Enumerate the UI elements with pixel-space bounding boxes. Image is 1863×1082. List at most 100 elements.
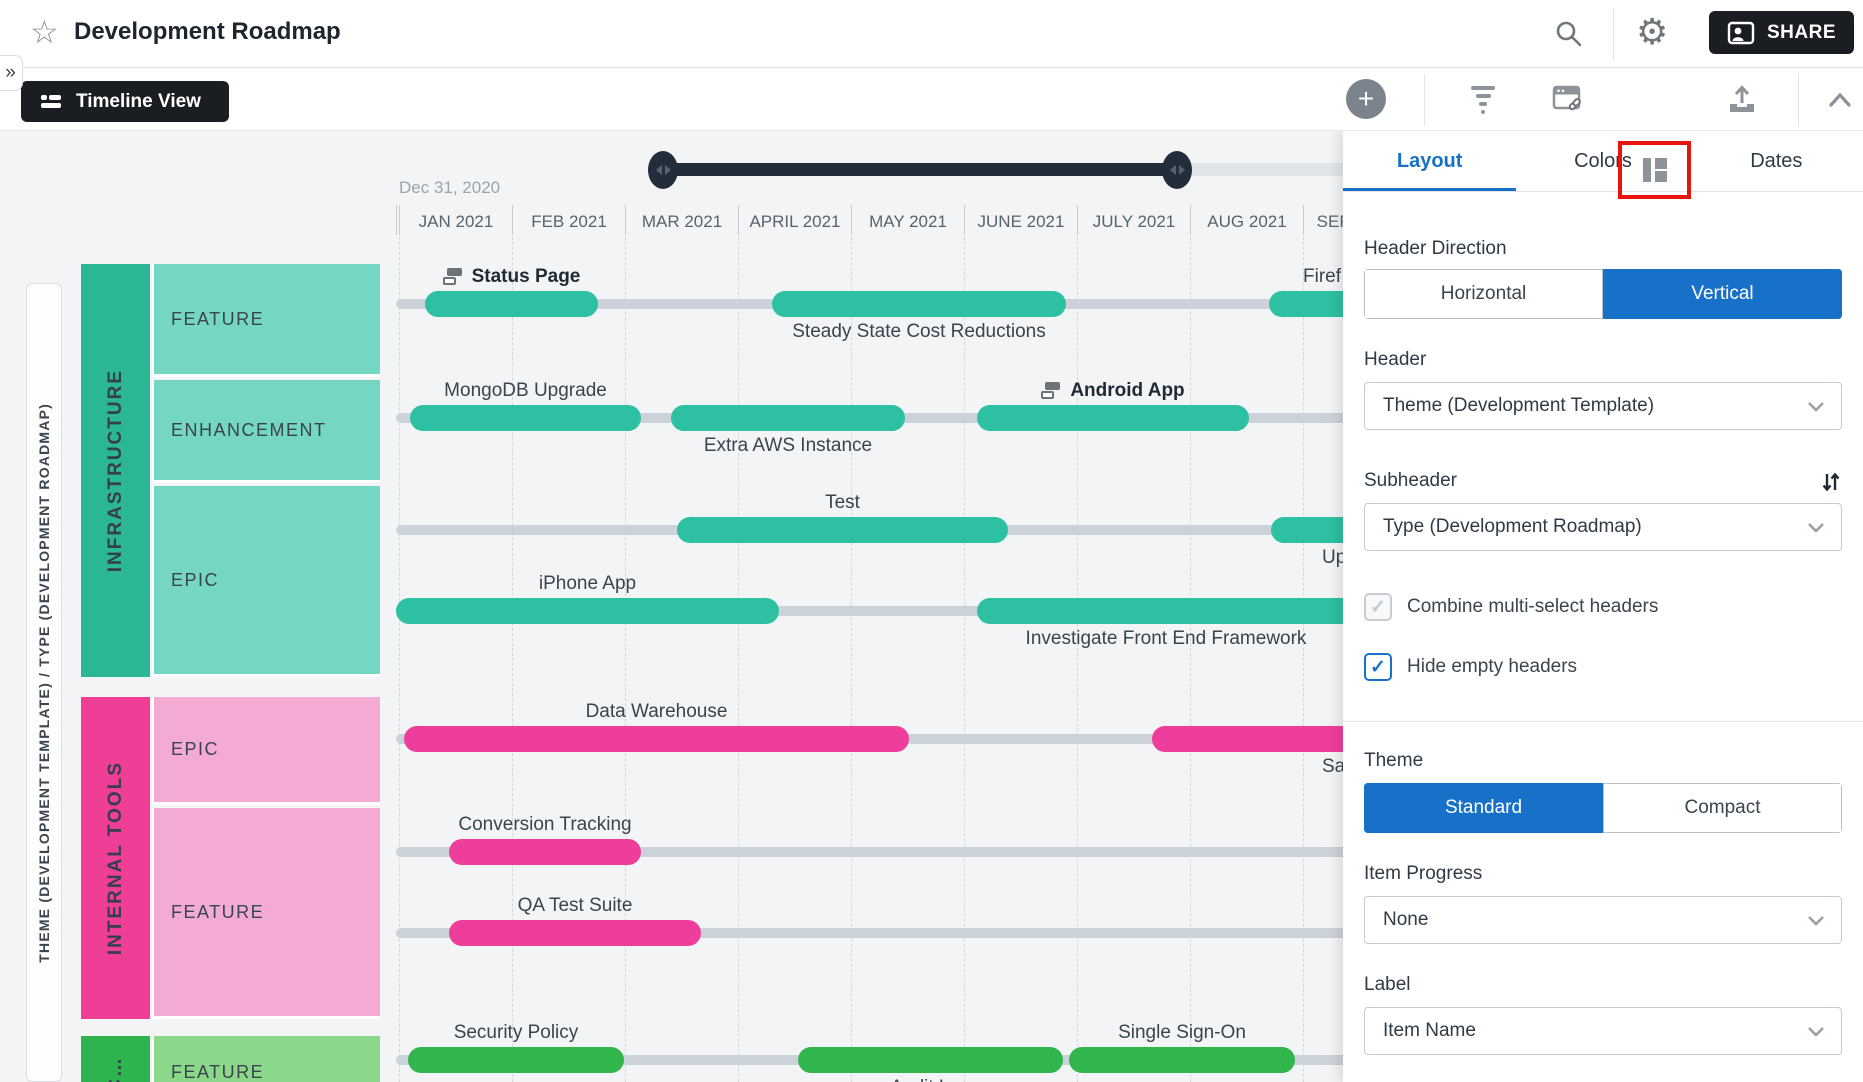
header-direction-toggle: Horizontal Vertical bbox=[1364, 269, 1842, 319]
group-header: INFRASTRUCTURE bbox=[81, 264, 150, 677]
timeline-item-label: Status Page bbox=[252, 265, 772, 288]
handle-arrow-right-icon bbox=[665, 165, 671, 175]
month-header: MAY 2021 bbox=[851, 205, 964, 235]
item-name-text: Extra AWS Instance bbox=[704, 435, 872, 456]
hide-empty-checkbox-row[interactable]: ✓ Hide empty headers bbox=[1364, 653, 1842, 681]
timeline-item-bar[interactable] bbox=[1152, 726, 1357, 752]
sort-order-icon[interactable] bbox=[1820, 471, 1842, 493]
month-header: MAR 2021 bbox=[625, 205, 738, 235]
item-name-text: Data Warehouse bbox=[586, 701, 728, 722]
month-gridline bbox=[1303, 237, 1304, 1082]
window-link-icon bbox=[1552, 85, 1584, 115]
timeline-item-label: Extra AWS Instance bbox=[528, 434, 1048, 457]
item-name-text: Test bbox=[825, 492, 860, 513]
timeline-item-bar[interactable] bbox=[977, 405, 1249, 431]
timeline-item-label: Firef bbox=[1303, 265, 1341, 288]
timeline-item-bar[interactable] bbox=[1069, 1047, 1295, 1073]
timeline-item-bar[interactable] bbox=[772, 291, 1066, 317]
subheader-cell-label: ENHANCEMENT bbox=[154, 420, 327, 441]
timeline-item-bar[interactable] bbox=[396, 598, 779, 624]
timerange-slider-track[interactable] bbox=[1186, 163, 1343, 176]
item-name-text: Audit Log bbox=[890, 1077, 970, 1082]
layout-panel-button[interactable] bbox=[1641, 156, 1669, 184]
export-upload-icon bbox=[1726, 84, 1758, 116]
timeline-item-bar[interactable] bbox=[408, 1047, 624, 1073]
header-direction-label: Header Direction bbox=[1364, 238, 1842, 261]
timerange-slider-bar[interactable] bbox=[660, 163, 1180, 176]
timeline-item-bar[interactable] bbox=[410, 405, 641, 431]
timeline-item-bar[interactable] bbox=[671, 405, 905, 431]
filter-icon bbox=[1471, 86, 1495, 114]
expand-sidebar-tab[interactable]: » bbox=[0, 55, 23, 91]
slider-handle-right[interactable] bbox=[1162, 151, 1192, 189]
format-panel: Layout Colors Dates Header Direction Hor… bbox=[1343, 131, 1863, 1082]
timeline-item-bar[interactable] bbox=[449, 839, 641, 865]
tab-dates[interactable]: Dates bbox=[1690, 131, 1863, 191]
timeline-item-bar[interactable] bbox=[798, 1047, 1063, 1073]
item-progress-value: None bbox=[1383, 909, 1428, 931]
subheader-select[interactable]: Type (Development Roadmap) bbox=[1364, 503, 1842, 551]
tab-layout[interactable]: Layout bbox=[1343, 131, 1516, 191]
item-card-icon bbox=[1041, 382, 1061, 400]
subheader-cell-label: FEATURE bbox=[154, 902, 264, 923]
timeline-view-button[interactable]: Timeline View bbox=[21, 81, 229, 122]
share-person-icon bbox=[1727, 21, 1755, 45]
export-button[interactable] bbox=[1722, 68, 1762, 131]
top-header-bar: ☆ Development Roadmap ⚙ SHARE bbox=[0, 0, 1863, 68]
month-gridline bbox=[625, 237, 626, 1082]
range-start-date: Dec 31, 2020 bbox=[399, 178, 500, 198]
group-header: INTERNAL TOOLS bbox=[81, 697, 150, 1019]
item-name-text: Security Policy bbox=[454, 1022, 579, 1043]
view-toolbar: Timeline View + bbox=[0, 68, 1863, 131]
grouping-axis-strip[interactable]: THEME (DEVELOPMENT TEMPLATE) / TYPE (DEV… bbox=[26, 283, 62, 1082]
label-select-value: Item Name bbox=[1383, 1020, 1476, 1042]
filter-button[interactable] bbox=[1463, 68, 1503, 131]
grouping-axis-label: THEME (DEVELOPMENT TEMPLATE) / TYPE (DEV… bbox=[36, 403, 52, 963]
favorite-star-icon[interactable]: ☆ bbox=[30, 13, 59, 51]
timeline-item-label: QA Test Suite bbox=[315, 894, 835, 917]
layout-highlight-box bbox=[1618, 141, 1691, 199]
search-icon[interactable] bbox=[1554, 19, 1584, 49]
timeline-item-bar[interactable] bbox=[425, 291, 598, 317]
timeline-item-bar[interactable] bbox=[977, 598, 1355, 624]
handle-arrow-left-icon bbox=[1170, 165, 1176, 175]
item-name-text: Steady State Cost Reductions bbox=[792, 321, 1045, 342]
chevron-down-icon bbox=[1807, 1026, 1825, 1037]
month-gridline bbox=[738, 237, 739, 1082]
panel-section-divider bbox=[1343, 721, 1863, 722]
item-progress-select[interactable]: None bbox=[1364, 896, 1842, 944]
subheader-cell-label: FEATURE bbox=[154, 309, 264, 330]
item-name-text: Single Sign-On bbox=[1118, 1022, 1246, 1043]
share-button[interactable]: SHARE bbox=[1709, 11, 1854, 54]
integrations-button[interactable] bbox=[1548, 68, 1588, 131]
add-item-button[interactable]: + bbox=[1346, 79, 1386, 119]
chevron-down-icon bbox=[1807, 522, 1825, 533]
timeline-item-label: iPhone App bbox=[328, 572, 848, 595]
settings-gear-icon[interactable]: ⚙ bbox=[1636, 11, 1668, 53]
month-gridline bbox=[512, 237, 513, 1082]
subheader-cell-label: EPIC bbox=[154, 570, 219, 591]
timeline-item-label: Security Policy bbox=[256, 1021, 776, 1044]
chevron-down-icon bbox=[1807, 915, 1825, 926]
subheader-cell-label: FEATURE bbox=[154, 1062, 264, 1082]
theme-compact-option[interactable]: Compact bbox=[1603, 783, 1842, 833]
label-select[interactable]: Item Name bbox=[1364, 1007, 1842, 1055]
month-header: JAN 2021 bbox=[399, 205, 512, 235]
month-header: AUG 2021 bbox=[1190, 205, 1303, 235]
timeline-item-bar[interactable] bbox=[677, 517, 1008, 543]
label-label: Label bbox=[1364, 974, 1842, 997]
timeline-item-bar[interactable] bbox=[449, 920, 701, 946]
collapse-toolbar-button[interactable] bbox=[1820, 68, 1860, 131]
theme-standard-option[interactable]: Standard bbox=[1364, 783, 1603, 833]
combine-headers-checkbox-row[interactable]: ✓ Combine multi-select headers bbox=[1364, 593, 1842, 621]
timeline-item-bar[interactable] bbox=[404, 726, 909, 752]
subheader-select-value: Type (Development Roadmap) bbox=[1383, 516, 1642, 538]
header-select[interactable]: Theme (Development Template) bbox=[1364, 382, 1842, 430]
direction-horizontal-option[interactable]: Horizontal bbox=[1364, 269, 1603, 319]
item-name-text: Investigate Front End Framework bbox=[1026, 628, 1307, 649]
month-gridline bbox=[1190, 237, 1191, 1082]
slider-handle-left[interactable] bbox=[648, 151, 678, 189]
direction-vertical-option[interactable]: Vertical bbox=[1603, 269, 1842, 319]
timeline-view-label: Timeline View bbox=[76, 91, 201, 113]
header-select-value: Theme (Development Template) bbox=[1383, 395, 1654, 417]
